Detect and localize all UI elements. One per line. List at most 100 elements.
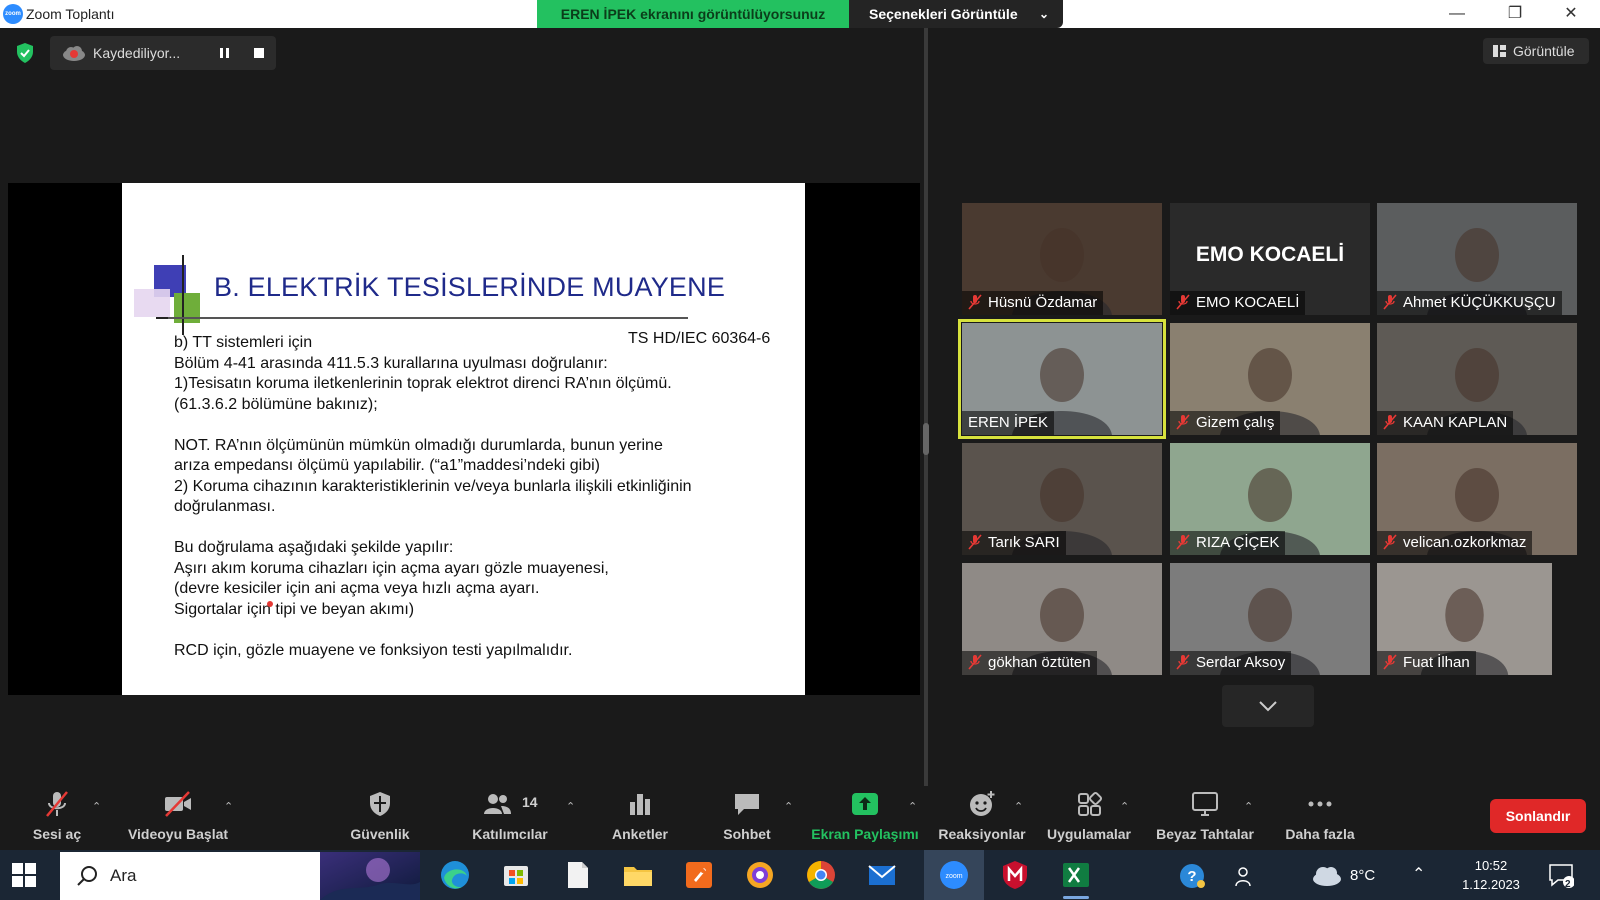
participant-tile[interactable]: Fuat İlhan: [1377, 563, 1552, 675]
participants-options-caret[interactable]: ⌃: [566, 800, 575, 813]
rocket-app-icon[interactable]: [680, 856, 718, 894]
muted-microphone-icon: [968, 294, 982, 310]
reactions-button[interactable]: Reaksiyonlar: [932, 786, 1032, 850]
search-placeholder: Ara: [110, 866, 137, 885]
audio-options-caret[interactable]: ⌃: [92, 800, 101, 813]
weather-cloud-icon[interactable]: [1310, 862, 1344, 890]
chevron-down-icon: ⌄: [1038, 7, 1049, 21]
split-divider: [924, 28, 928, 786]
mcafee-icon[interactable]: [996, 856, 1034, 894]
participant-tile[interactable]: velican.ozkorkmaz: [1377, 443, 1577, 555]
notification-count: 2: [1565, 879, 1571, 890]
polls-chart-icon: [630, 794, 650, 815]
chat-bubble-icon: [735, 794, 759, 815]
taskbar-clock[interactable]: 10:52 1.12.2023: [1455, 856, 1527, 894]
edge-browser-icon[interactable]: [436, 856, 474, 894]
people-icon[interactable]: [1232, 864, 1258, 890]
participant-display-name: EMO KOCAELİ: [1195, 243, 1345, 266]
security-button[interactable]: Güvenlik: [340, 786, 420, 850]
encryption-shield-icon[interactable]: [14, 42, 36, 64]
help-icon[interactable]: ?: [1178, 862, 1208, 890]
participant-tile[interactable]: Serdar Aksoy: [1170, 563, 1370, 675]
participant-tile[interactable]: KAAN KAPLAN: [1377, 323, 1577, 435]
participant-nameplate: EREN İPEK: [962, 411, 1055, 435]
participant-tile[interactable]: Tarık SARI: [962, 443, 1162, 555]
participant-tile[interactable]: Gizem çalış: [1170, 323, 1370, 435]
chevron-down-icon: [1259, 701, 1277, 712]
unmute-button[interactable]: Sesi aç: [22, 786, 92, 850]
participant-name: KAAN KAPLAN: [1403, 414, 1508, 431]
weather-temperature: 8°C: [1350, 867, 1376, 884]
slide-text-line: Sigortalar için tipi ve beyan akımı): [174, 600, 415, 618]
gallery-next-page-button[interactable]: [1222, 685, 1314, 727]
chrome-browser-icon[interactable]: [802, 856, 840, 894]
participant-tile[interactable]: EMO KOCAELİ EMO KOCAELİ: [1170, 203, 1370, 315]
slide-text-line: Bölüm 4-41 arasında 411.5.3 kurallarına …: [174, 354, 608, 372]
chat-button[interactable]: Sohbet: [710, 786, 784, 850]
slide-body: b) TT sistemleri için Bölüm 4-41 arasında…: [174, 333, 784, 661]
participant-tile[interactable]: Ahmet KÜÇÜKKUŞÇU: [1377, 203, 1577, 315]
view-button[interactable]: Görüntüle: [1483, 38, 1589, 64]
participant-name: gökhan öztüten: [988, 654, 1091, 671]
start-video-button[interactable]: Videoyu Başlat: [122, 786, 234, 850]
participants-count: 14: [522, 794, 538, 810]
whiteboards-button[interactable]: Beyaz Tahtalar: [1150, 786, 1260, 850]
video-options-caret[interactable]: ⌃: [224, 800, 233, 813]
windows-start-icon[interactable]: [12, 863, 36, 887]
participant-nameplate: KAAN KAPLAN: [1377, 411, 1514, 435]
zoom-logo-icon: zoom: [3, 4, 23, 24]
share-screen-label: Ekran Paylaşımı: [811, 826, 919, 842]
split-resize-handle[interactable]: [923, 423, 929, 455]
participants-icon: [484, 794, 511, 814]
restore-button[interactable]: ❐: [1486, 0, 1544, 28]
muted-microphone-icon: [1176, 654, 1190, 670]
stop-recording-button[interactable]: [244, 38, 274, 68]
minimize-button[interactable]: —: [1428, 0, 1486, 28]
view-options-label: Seçenekleri Görüntüle: [869, 6, 1018, 22]
apps-button[interactable]: Uygulamalar: [1040, 786, 1138, 850]
participant-tile[interactable]: gökhan öztüten: [962, 563, 1162, 675]
zoom-taskbar-icon[interactable]: zoom: [924, 850, 984, 900]
polls-button[interactable]: Anketler: [600, 786, 680, 850]
apps-options-caret[interactable]: ⌃: [1120, 800, 1129, 813]
participant-tile[interactable]: Hüsnü Özdamar: [962, 203, 1162, 315]
participant-name: EMO KOCAELİ: [1196, 294, 1300, 311]
emoji-reaction-icon: [970, 791, 995, 816]
end-meeting-button[interactable]: Sonlandır: [1490, 799, 1586, 833]
participant-nameplate: gökhan öztüten: [962, 651, 1097, 675]
participants-button[interactable]: 14 Katılımcılar: [462, 786, 558, 850]
participant-name: Serdar Aksoy: [1196, 654, 1286, 671]
pause-recording-button[interactable]: [210, 38, 240, 68]
shared-slide: B. ELEKTRİK TESİSLERİNDE MUAYENE TS HD/I…: [122, 183, 805, 695]
excel-icon[interactable]: [1057, 856, 1095, 899]
microphone-muted-icon: [46, 791, 68, 817]
participant-nameplate: Ahmet KÜÇÜKKUŞÇU: [1377, 291, 1562, 315]
slide-text-line: 2) Koruma cihazının karakteristiklerinin…: [174, 477, 692, 495]
slide-text-line: NOT. RA’nın ölçümünün mümkün olmadığı du…: [174, 436, 663, 454]
participant-nameplate: Tarık SARI: [962, 531, 1066, 555]
reactions-options-caret[interactable]: ⌃: [1014, 800, 1023, 813]
participant-tile[interactable]: RIZA ÇİÇEK: [1170, 443, 1370, 555]
whiteboards-label: Beyaz Tahtalar: [1156, 826, 1254, 842]
chat-options-caret[interactable]: ⌃: [784, 800, 793, 813]
apps-icon: [1078, 791, 1103, 816]
notepad-icon[interactable]: [558, 856, 596, 894]
muted-microphone-icon: [968, 534, 982, 550]
share-options-caret[interactable]: ⌃: [908, 800, 917, 813]
close-button[interactable]: ✕: [1542, 0, 1600, 28]
shield-icon: [370, 792, 390, 816]
whiteboards-options-caret[interactable]: ⌃: [1244, 800, 1253, 813]
tray-chevron-up-icon[interactable]: ⌃: [1412, 864, 1425, 884]
view-options-dropdown[interactable]: Seçenekleri Görüntüle ⌄: [849, 0, 1063, 28]
taskbar-search-box[interactable]: Ara: [60, 852, 420, 900]
share-screen-button[interactable]: Ekran Paylaşımı: [810, 786, 920, 850]
participants-label: Katılımcılar: [472, 826, 548, 842]
participant-nameplate: velican.ozkorkmaz: [1377, 531, 1533, 555]
brave-browser-icon[interactable]: [741, 856, 779, 894]
participant-tile[interactable]: EREN İPEK: [958, 319, 1166, 439]
mail-icon[interactable]: [863, 856, 901, 894]
file-explorer-icon[interactable]: [619, 856, 657, 894]
more-button[interactable]: Daha fazla: [1272, 786, 1368, 850]
slide-text-line: Bu doğrulama aşağıdaki şekilde yapılır:: [174, 539, 454, 556]
microsoft-store-icon[interactable]: [497, 856, 535, 894]
